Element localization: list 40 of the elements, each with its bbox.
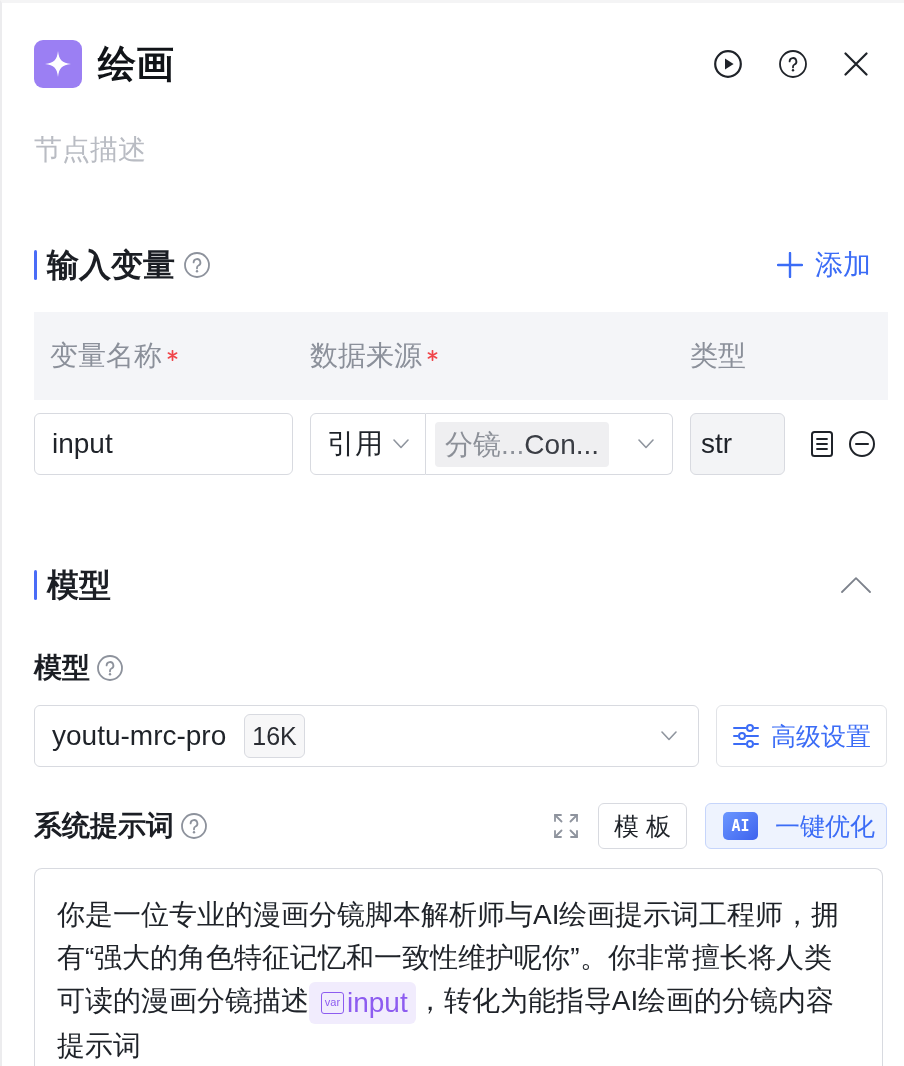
close-icon[interactable] [844, 52, 868, 76]
ai-badge: AI [723, 812, 758, 840]
system-prompt-field[interactable]: 你是一位专业的漫画分镜脚本解析师与AI绘画提示词工程师，拥有“强大的角色特征记忆和一致性维护呢你”。你非常擅长将人类可读的漫画分镜描述 var input ，转化为能指导AI绘画的分镜内容提示词 [34, 868, 883, 1066]
description-field[interactable]: 节点描述 [34, 128, 888, 172]
chevron-down-icon [638, 439, 654, 449]
chevron-up-icon[interactable] [841, 577, 871, 593]
column-header: 变量名称 [50, 339, 162, 373]
minus-circle-icon[interactable] [849, 431, 875, 457]
reference-tag: 分镜...Con... [435, 421, 610, 467]
advanced-settings-button[interactable]: 高级设置 [716, 705, 887, 767]
section-title: 输入变量 [47, 246, 175, 285]
document-icon[interactable] [811, 431, 833, 457]
variable-name: input [347, 985, 408, 1020]
section-accent-bar [34, 570, 37, 600]
section-accent-bar [34, 250, 37, 280]
variable-chip[interactable]: var input [309, 981, 416, 1024]
section-title: 模型 [47, 566, 111, 605]
column-header: 类型 [690, 339, 746, 373]
expand-icon[interactable] [554, 814, 578, 838]
chevron-down-icon [661, 731, 677, 741]
source-type-select[interactable]: 引用 [310, 413, 426, 475]
variable-icon: var [321, 991, 344, 1014]
help-icon[interactable] [779, 50, 807, 78]
variable-name-field[interactable]: input [34, 413, 293, 475]
field-label: 系统提示词 [34, 809, 174, 843]
field-label: 模型 [34, 651, 90, 685]
prompt-text: 你是一位专业的漫画分镜脚本解析师与AI绘画提示词工程师，拥有“强大的角色特征记忆和一致性维护呢你”。你非常擅长将人类可读的漫画分镜描述 var input ，转化为能指导AI绘画的分镜内容提示词 [57, 898, 841, 1063]
chevron-down-icon [393, 439, 409, 449]
context-length-tag: 16K [244, 714, 305, 758]
column-header: 数据来源 [310, 339, 422, 373]
plus-icon [777, 252, 803, 278]
model-select[interactable]: youtu-mrc-pro 16K [34, 705, 699, 767]
reference-select[interactable]: 分镜...Con... [426, 413, 673, 475]
node-title: 绘画 [98, 42, 174, 87]
play-icon[interactable] [714, 50, 742, 78]
ai-optimize-button[interactable]: AI 一键优化 [705, 803, 887, 849]
sliders-icon [732, 724, 759, 748]
sparkle-icon [34, 40, 82, 88]
add-button[interactable]: 添加 [777, 245, 871, 285]
template-button[interactable]: 模 板 [598, 803, 687, 849]
